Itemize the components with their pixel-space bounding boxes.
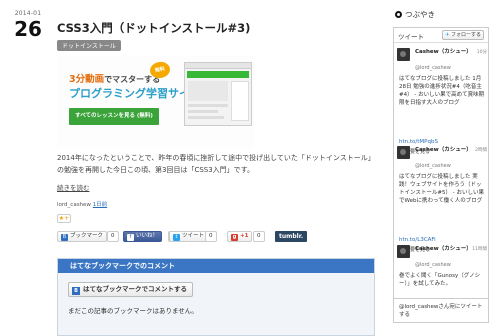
google-plus-count: 0 [253, 231, 265, 242]
no-bookmarks-message: まだこの記事のブックマークはありません。 [68, 307, 198, 315]
tumblr-share-button[interactable]: tumblr. [275, 231, 308, 242]
tweet-author-name[interactable]: Cashew（カシュー） [415, 146, 472, 154]
post-meta: lord_cashew 1日前 [57, 200, 107, 208]
follow-button[interactable]: ✈ フォローする [442, 30, 484, 40]
facebook-like-button[interactable]: f いいね！ [123, 231, 163, 242]
tweet-link[interactable]: htn.to/L3CAFi [399, 237, 436, 243]
follow-label: フォローする [450, 32, 481, 38]
banner-subhead: プログラミング学習サイト [69, 87, 201, 100]
hatena-count: 0 [107, 231, 119, 242]
hatena-b-icon: B [61, 234, 68, 241]
tweet-author-name[interactable]: Cashew（カシュー） [415, 245, 472, 253]
post-body: 2014年になったということで、昨年の春頃に挫折して途中で投げ出していた「ドット… [57, 154, 375, 174]
tweet-label: ツイート [182, 233, 205, 239]
tweet-time[interactable]: 2時間 [475, 147, 487, 153]
post-title[interactable]: CSS3入門（ドットインストール#3) [57, 20, 250, 36]
hatena-bookmark-button[interactable]: B ブックマーク [57, 231, 108, 242]
post-time-link[interactable]: 1日前 [93, 202, 108, 208]
hatena-comment-button[interactable]: B はてなブックマークでコメントする [68, 282, 193, 297]
google-plus-button[interactable]: g +1 [227, 231, 253, 242]
tweet-handle[interactable]: @lord_cashew [415, 163, 451, 169]
post-author[interactable]: lord_cashew [57, 202, 91, 208]
tweet-item[interactable]: Cashew（カシュー） 11時間 @lord_cashew 巻でよく聞く「Gu… [394, 245, 488, 305]
add-star-button[interactable]: ★+ [57, 214, 71, 223]
avatar[interactable] [397, 48, 410, 61]
tweet-count: 0 [205, 231, 217, 242]
tweet-time[interactable]: 11時間 [472, 246, 487, 252]
sidebar-heading: つぶやき [395, 9, 435, 20]
google-plus-icon: g [231, 234, 238, 241]
banner-headline: 3分動画でマスターする [69, 71, 160, 85]
post-date: 2014-01 26 [8, 10, 48, 40]
main-content: CSS3入門（ドットインストール#3) ドットインストール 3分動画でマスターす… [57, 0, 377, 336]
banner-headline-accent: 3分動画 [69, 74, 105, 85]
share-bar: Bブックマーク 0 fいいね！ 0 tツイート 0 g+1 0 tumblr. [57, 231, 377, 243]
site-screenshot-image [184, 62, 252, 126]
twitter-widget-header: ツイート ✈ フォローする [394, 28, 488, 43]
tweet-link[interactable]: htn.to/tMPqbS [399, 139, 438, 145]
tweet-item[interactable]: Cashew（カシュー） 2時間 @lord_cashew はてなブログに投稿し… [394, 146, 488, 256]
widget-title: ツイート [398, 33, 424, 41]
tweet-text: はてなブログに投稿しました 1月28日 勉強の進捗状況#4（吃音主#4） - お… [399, 76, 485, 106]
hatena-comments-header: はてなブックマークでのコメント [58, 259, 374, 273]
dotinstall-banner[interactable]: 3分動画でマスターする 無料 プログラミング学習サイト すべてのレッスンを見る … [57, 56, 254, 148]
twitter-bird-icon: ✈ [445, 32, 450, 38]
tweet-time[interactable]: 10分 [477, 49, 487, 55]
tweet-text: はてなブログに投稿しました 実践！ウェブサイトを作ろう（ドットインストール#5）… [399, 174, 484, 204]
avatar[interactable] [397, 245, 410, 258]
tweet-handle[interactable]: @lord_cashew [415, 262, 451, 268]
category-tag[interactable]: ドットインストール [57, 40, 121, 51]
twitter-widget: ツイート ✈ フォローする Cashew（カシュー） 10分 @lord_cas… [393, 27, 489, 323]
tweet-button[interactable]: t ツイート [169, 231, 209, 242]
post-day: 26 [14, 17, 42, 41]
hatena-comments-box: はてなブックマークでのコメント B はてなブックマークでコメントする まだこの記事… [57, 258, 375, 336]
tweet-author-name[interactable]: Cashew（カシュー） [415, 48, 472, 56]
tweet-text: 巻でよく聞く「Gunosy（グノシー）」を試してみた。 [399, 273, 481, 287]
hatena-b-icon: B [72, 287, 80, 295]
tweet-item[interactable]: Cashew（カシュー） 10分 @lord_cashew はてなブログに投稿し… [394, 48, 488, 158]
sidebar-heading-label: つぶやき [405, 10, 435, 19]
facebook-icon: f [127, 234, 134, 241]
circle-icon [395, 11, 402, 18]
google-plus-label: +1 [240, 233, 249, 239]
avatar[interactable] [397, 146, 410, 159]
hatena-bookmark-label: ブックマーク [70, 233, 104, 239]
hatena-comment-label: はてなブックマークでコメントする [83, 285, 187, 293]
post-year-month: 2014-01 [14, 10, 42, 17]
tweet-handle[interactable]: @lord_cashew [415, 65, 451, 71]
reply-tweet-box[interactable]: @lord_cashewさん宛にツイートする [394, 298, 488, 322]
banner-cta-button[interactable]: すべてのレッスンを見る (無料) [69, 108, 159, 125]
read-more-link[interactable]: 続きを読む [57, 182, 90, 192]
banner-headline-rest: でマスターする [104, 75, 161, 84]
twitter-bird-icon: t [173, 234, 180, 241]
facebook-like-label: いいね！ [136, 233, 159, 239]
